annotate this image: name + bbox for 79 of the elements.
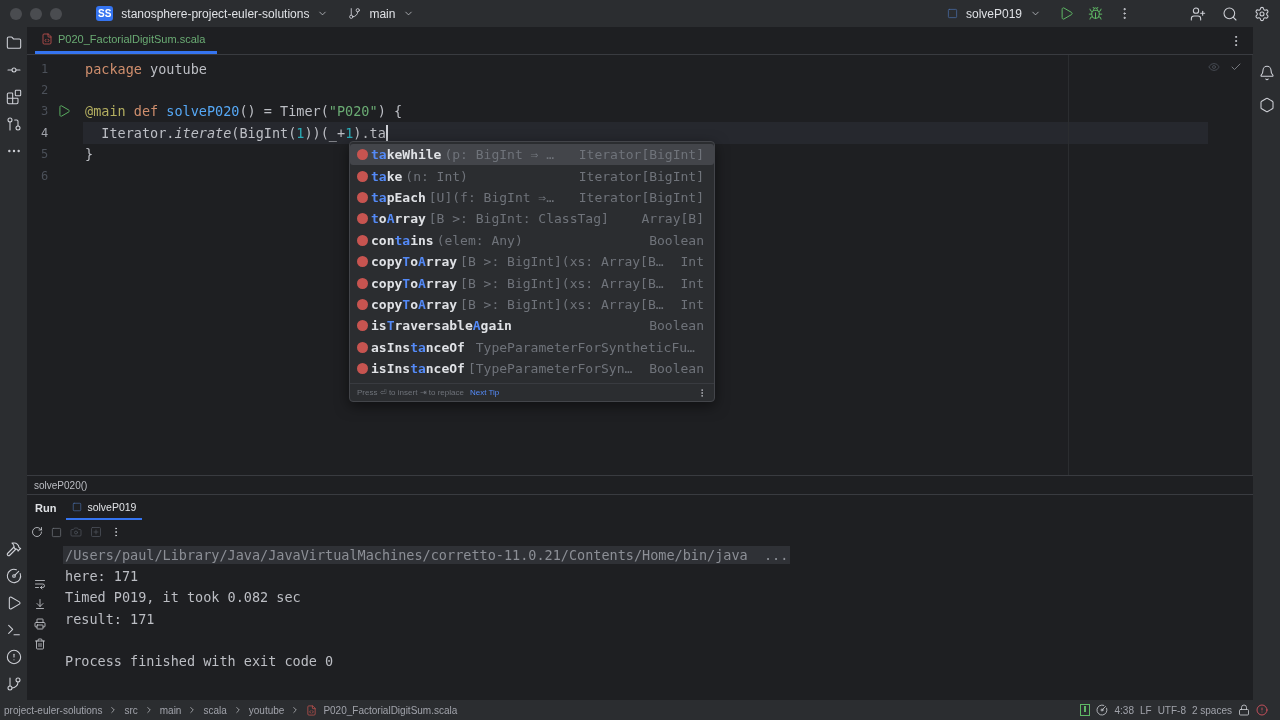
code-line: Iterator.iterate(BigInt(1))(_+1).ta [100, 124, 386, 141]
path-segment[interactable]: P020_FactorialDigitSum.scala [323, 704, 458, 716]
cursor-position[interactable]: 4:38 [1114, 704, 1134, 716]
method-icon [357, 363, 368, 375]
hammer-icon[interactable] [5, 541, 22, 557]
method-icon [357, 170, 368, 182]
debug-icon[interactable] [1088, 6, 1103, 21]
path-segment[interactable]: src [124, 704, 138, 716]
method-icon [357, 277, 368, 289]
scroll-to-end-icon[interactable] [34, 598, 46, 610]
run-tab[interactable]: solveP019 [66, 495, 143, 520]
run-configuration[interactable]: solveP019 [965, 6, 1022, 21]
lock-icon[interactable] [1238, 704, 1250, 716]
path-segment[interactable]: scala [203, 704, 227, 716]
code-line: package youtube [85, 60, 207, 77]
run-gutter-icon[interactable] [57, 104, 71, 119]
wrap-icon[interactable] [34, 578, 46, 590]
hexagon-icon[interactable] [1258, 97, 1275, 113]
code-line: @main def solveP020() = Timer("P020") { [85, 103, 402, 120]
path-segment[interactable]: project-euler-solutions [4, 704, 103, 716]
method-icon [357, 234, 368, 246]
completion-item[interactable]: copyToArray [B >: BigInt](xs: Array[B… Int [350, 272, 714, 294]
console-output: Process finished with exit code 0 [64, 652, 335, 671]
completion-item[interactable]: copyToArray [B >: BigInt](xs: Array[B… Int [350, 250, 714, 273]
completion-item[interactable]: toArray [B >: BigInt: ClassTag] Array[B] [350, 208, 714, 230]
branch-icon[interactable] [5, 676, 22, 692]
text-cursor [385, 124, 388, 141]
method-icon [357, 256, 368, 268]
path-segment[interactable]: youtube [248, 704, 285, 716]
panel-title: Run [35, 501, 57, 514]
rerun-icon[interactable] [31, 526, 43, 538]
gauge-icon[interactable] [5, 568, 22, 584]
print-icon[interactable] [34, 618, 46, 630]
completion-item[interactable]: tapEach [U](f: BigInt ⇒… Iterator[BigInt] [350, 186, 714, 209]
completion-item[interactable]: copyToArray [B >: BigInt](xs: Array[B… Int [350, 293, 714, 316]
console-output: Timed P019, it took 0.082 sec [64, 588, 302, 607]
completion-item[interactable]: isInstanceOf [TypeParameterForSyn… Boolean [350, 357, 714, 380]
scala-file-icon [306, 704, 318, 716]
completion-item[interactable]: take (n: Int) Iterator[BigInt] [350, 165, 714, 187]
line-number: 4 [41, 125, 49, 140]
check-icon[interactable] [1230, 61, 1242, 73]
file-encoding[interactable]: UTF-8 [1157, 704, 1186, 716]
search-icon[interactable] [1222, 5, 1238, 22]
project-badge: SS [96, 6, 114, 21]
console-output: result: 171 [64, 609, 156, 628]
branch-name[interactable]: main [369, 6, 396, 21]
terminal-icon[interactable] [5, 622, 22, 638]
gauge-icon[interactable] [1096, 704, 1109, 716]
next-tip-link[interactable]: Next Tip [469, 388, 500, 398]
completion-item[interactable]: contains (elem: Any) Boolean [350, 229, 714, 251]
run-icon[interactable] [1059, 6, 1074, 21]
method-icon [357, 149, 368, 161]
pull-request-icon[interactable] [5, 116, 22, 132]
console-output: here: 171 [64, 566, 140, 585]
notifications-icon[interactable] [1258, 65, 1275, 81]
problems-icon[interactable] [5, 649, 22, 665]
line-ending[interactable]: LF [1139, 704, 1152, 716]
method-icon [357, 213, 368, 225]
blocks-icon[interactable] [5, 89, 22, 105]
branch-icon[interactable] [348, 7, 362, 20]
path-segment[interactable]: main [159, 704, 182, 716]
run-config-icon [72, 501, 83, 512]
folder-icon[interactable] [5, 35, 22, 51]
settings-icon[interactable] [1254, 5, 1270, 22]
indent-setting[interactable]: 2 spaces [1191, 704, 1232, 716]
trash-icon[interactable] [34, 638, 46, 650]
code-line: } [85, 146, 94, 163]
breadcrumb[interactable]: solveP020() [34, 479, 88, 491]
method-icon [357, 341, 368, 353]
method-icon [357, 191, 368, 203]
method-icon [357, 320, 368, 332]
typo-badge-icon[interactable] [1080, 704, 1091, 716]
method-icon [357, 298, 368, 310]
completion-item[interactable]: isTraversableAgain Boolean [350, 315, 714, 337]
console-command: /Users/paul/Library/Java/JavaVirtualMachines/corretto-11.0.21/Contents/Home/bin/java ... [63, 545, 791, 564]
add-user-icon[interactable] [1190, 5, 1206, 22]
completion-item[interactable]: asInstanceOf TypeParameterForSyntheticFu… [350, 336, 714, 358]
scala-file-icon [41, 33, 53, 45]
project-name[interactable]: stanosphere-project-euler-solutions [121, 6, 310, 21]
